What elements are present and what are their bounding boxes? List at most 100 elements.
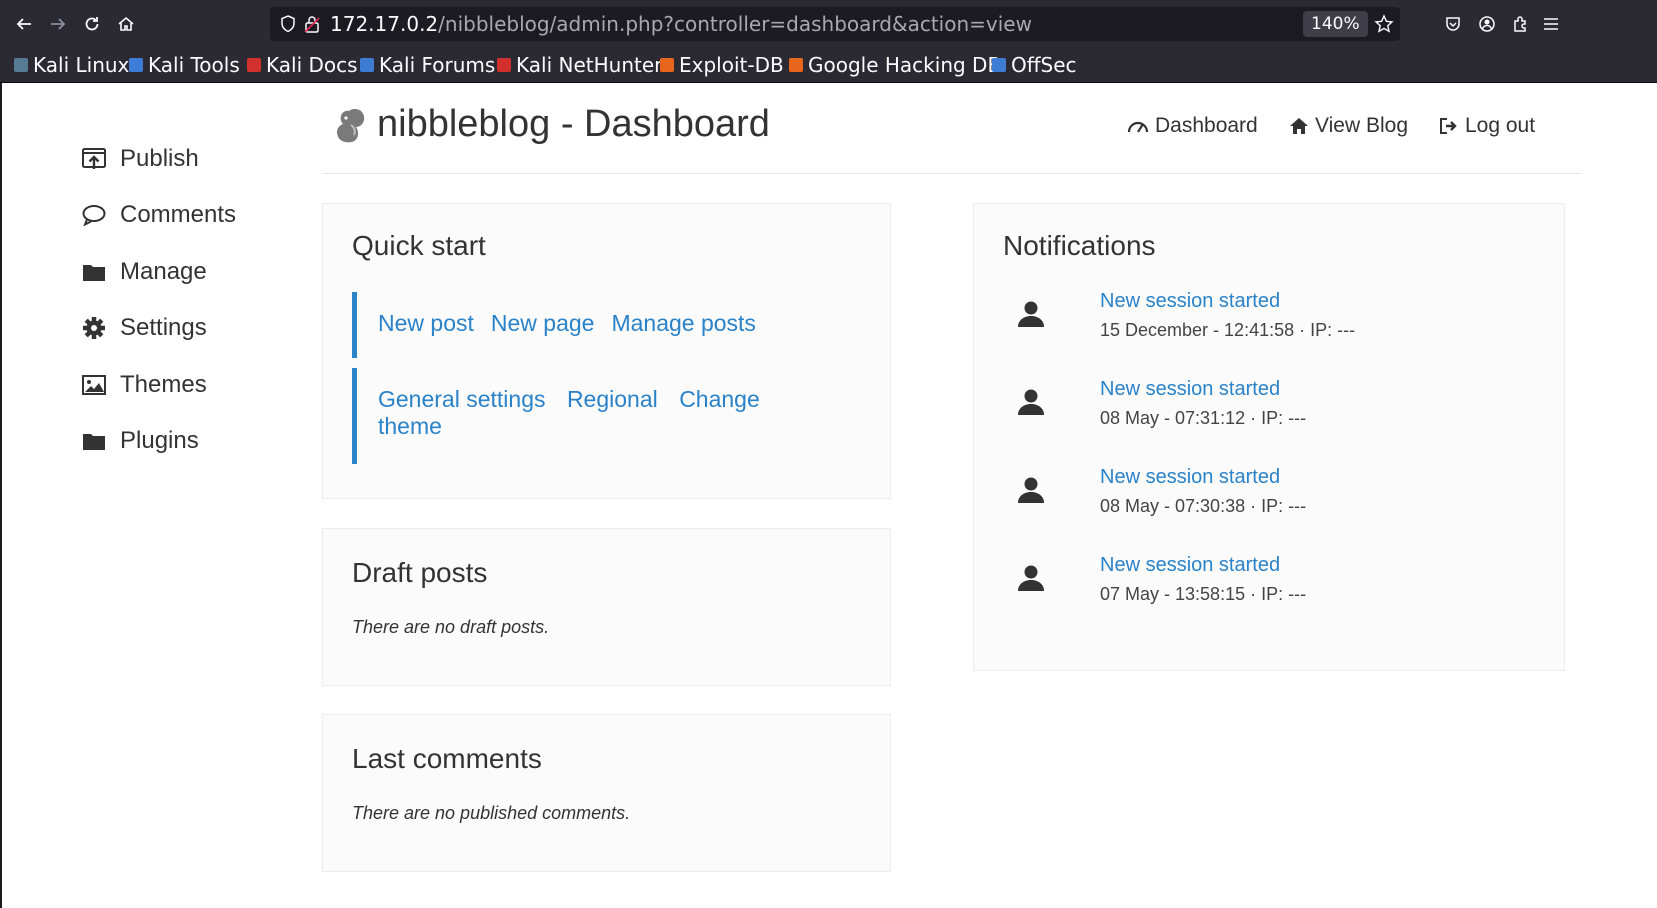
sidebar-item-label: Settings [120, 314, 207, 341]
folder-icon [82, 428, 108, 454]
page-header: nibbleblog - Dashboard [333, 103, 770, 146]
user-icon [1018, 477, 1044, 503]
reload-button[interactable] [78, 10, 106, 38]
bookmark-label: Kali Docs [266, 53, 358, 77]
sidebar-item-publish[interactable]: Publish [82, 143, 199, 175]
new-post-link[interactable]: New post [378, 310, 474, 336]
new-page-link[interactable]: New page [491, 310, 595, 336]
bookmark-label: Google Hacking DB [808, 53, 1002, 77]
user-icon [1018, 565, 1044, 591]
sidebar-item-label: Comments [120, 201, 237, 228]
sidebar-item-label: Publish [120, 145, 199, 172]
sidebar-item-manage[interactable]: Manage [82, 256, 207, 288]
account-icon [1479, 16, 1495, 32]
sidebar-item-comments[interactable]: Comments [82, 199, 236, 231]
bookmark-kali-docs[interactable]: Kali Docs [247, 52, 358, 78]
bookmark-kali-nethunter[interactable]: Kali NetHunter [497, 52, 662, 78]
shield-icon[interactable] [280, 15, 296, 33]
bookmark-kali-forums[interactable]: Kali Forums [360, 52, 495, 78]
bookmark-star-icon[interactable] [1374, 14, 1394, 34]
sidebar-item-label: Manage [120, 258, 207, 285]
back-arrow-icon [16, 18, 31, 30]
bookmark-offsec[interactable]: OffSec [992, 52, 1077, 78]
last-comments-empty-message: There are no published comments. [352, 803, 631, 823]
draft-posts-panel: Draft posts There are no draft posts. [322, 528, 891, 686]
puzzle-icon [1514, 16, 1526, 32]
sidebar-item-settings[interactable]: Settings [82, 312, 207, 344]
bookmark-label: Kali Linux [33, 53, 130, 77]
quick-start-panel: Quick start New post New page Manage posts… [322, 203, 891, 499]
header-divider [322, 173, 1582, 174]
notifications-title: Notifications [1003, 230, 1156, 261]
kali-docs-icon [247, 58, 261, 72]
quick-start-content-links: New post New page Manage posts [352, 292, 852, 358]
sidebar-item-plugins[interactable]: Plugins [82, 425, 199, 457]
notification-item: New session started 15 December - 12:41:… [1003, 290, 1523, 360]
forward-arrow-icon [51, 18, 66, 30]
notification-meta: 07 May - 13:58:15 · IP: --- [1100, 584, 1307, 604]
window-left-edge [0, 83, 2, 908]
user-icon [1018, 389, 1044, 415]
notification-meta: 08 May - 07:31:12 · IP: --- [1100, 408, 1307, 428]
forward-button[interactable] [44, 10, 72, 38]
bookmarks-bar: Kali Linux Kali Tools Kali Docs Kali For… [0, 48, 1657, 83]
manage-posts-link[interactable]: Manage posts [611, 310, 755, 336]
notification-item: New session started 07 May - 13:58:15 · … [1003, 554, 1523, 624]
ghdb-icon [789, 58, 803, 72]
user-icon [1018, 301, 1044, 327]
account-button[interactable] [1473, 10, 1501, 38]
general-settings-link[interactable]: General settings [378, 386, 545, 412]
regional-link[interactable]: Regional [567, 386, 658, 412]
bookmark-kali-linux[interactable]: Kali Linux [14, 52, 129, 78]
nibbleblog-squirrel-logo-icon [337, 108, 365, 142]
page-content: Publish Comments Manage Settings Themes [0, 83, 1657, 908]
notification-title[interactable]: New session started [1100, 290, 1280, 313]
bookmark-kali-tools[interactable]: Kali Tools [129, 52, 240, 78]
page-title: nibbleblog - Dashboard [377, 103, 770, 145]
url-bar[interactable]: 172.17.0.2/nibbleblog/admin.php?controll… [270, 7, 1400, 41]
bookmark-label: OffSec [1011, 53, 1077, 77]
notification-title[interactable]: New session started [1100, 466, 1280, 489]
extensions-button[interactable] [1507, 10, 1535, 38]
insecure-lock-icon[interactable] [304, 15, 320, 33]
bookmark-google-hacking-db[interactable]: Google Hacking DB [789, 52, 1001, 78]
folder-icon [82, 259, 108, 285]
bookmark-label: Kali NetHunter [516, 53, 663, 77]
exploit-db-icon [660, 58, 674, 72]
url-path: /nibbleblog/admin.php?controller=dashboa… [438, 12, 1032, 36]
bookmark-label: Kali Tools [148, 53, 240, 77]
menu-button[interactable] [1537, 10, 1565, 38]
bookmark-label: Kali Forums [379, 53, 496, 77]
offsec-icon [992, 58, 1006, 72]
zoom-level[interactable]: 140% [1303, 11, 1368, 37]
kali-tools-icon [129, 58, 143, 72]
url-text[interactable]: 172.17.0.2/nibbleblog/admin.php?controll… [330, 12, 1032, 36]
home-button[interactable] [112, 10, 140, 38]
notification-meta: 15 December - 12:41:58 · IP: --- [1100, 320, 1356, 340]
nav-view-blog-label: View Blog [1315, 114, 1409, 137]
reload-icon [85, 17, 99, 31]
nav-logout[interactable]: Log out [1439, 111, 1535, 141]
last-comments-panel: Last comments There are no published com… [322, 714, 891, 872]
pocket-button[interactable] [1439, 10, 1467, 38]
pocket-icon [1446, 17, 1460, 31]
back-button[interactable] [10, 10, 38, 38]
browser-toolbar: 172.17.0.2/nibbleblog/admin.php?controll… [0, 0, 1657, 48]
nav-dashboard-label: Dashboard [1155, 114, 1258, 137]
notification-title[interactable]: New session started [1100, 554, 1280, 577]
bookmark-exploit-db[interactable]: Exploit-DB [660, 52, 784, 78]
sidebar-item-themes[interactable]: Themes [82, 369, 207, 401]
url-host: 172.17.0.2 [330, 12, 439, 36]
draft-posts-empty-message: There are no draft posts. [352, 617, 550, 637]
notification-title[interactable]: New session started [1100, 378, 1280, 401]
publish-icon [82, 146, 108, 172]
nav-view-blog[interactable]: View Blog [1289, 111, 1408, 141]
sidebar-item-label: Themes [120, 371, 207, 398]
nethunter-icon [497, 58, 511, 72]
nav-dashboard[interactable]: Dashboard [1127, 111, 1258, 141]
notification-item: New session started 08 May - 07:31:12 · … [1003, 378, 1523, 448]
dashboard-gauge-icon [1127, 121, 1149, 133]
sidebar-item-label: Plugins [120, 427, 199, 454]
kali-dragon-icon [14, 58, 28, 72]
gear-icon [82, 315, 108, 341]
